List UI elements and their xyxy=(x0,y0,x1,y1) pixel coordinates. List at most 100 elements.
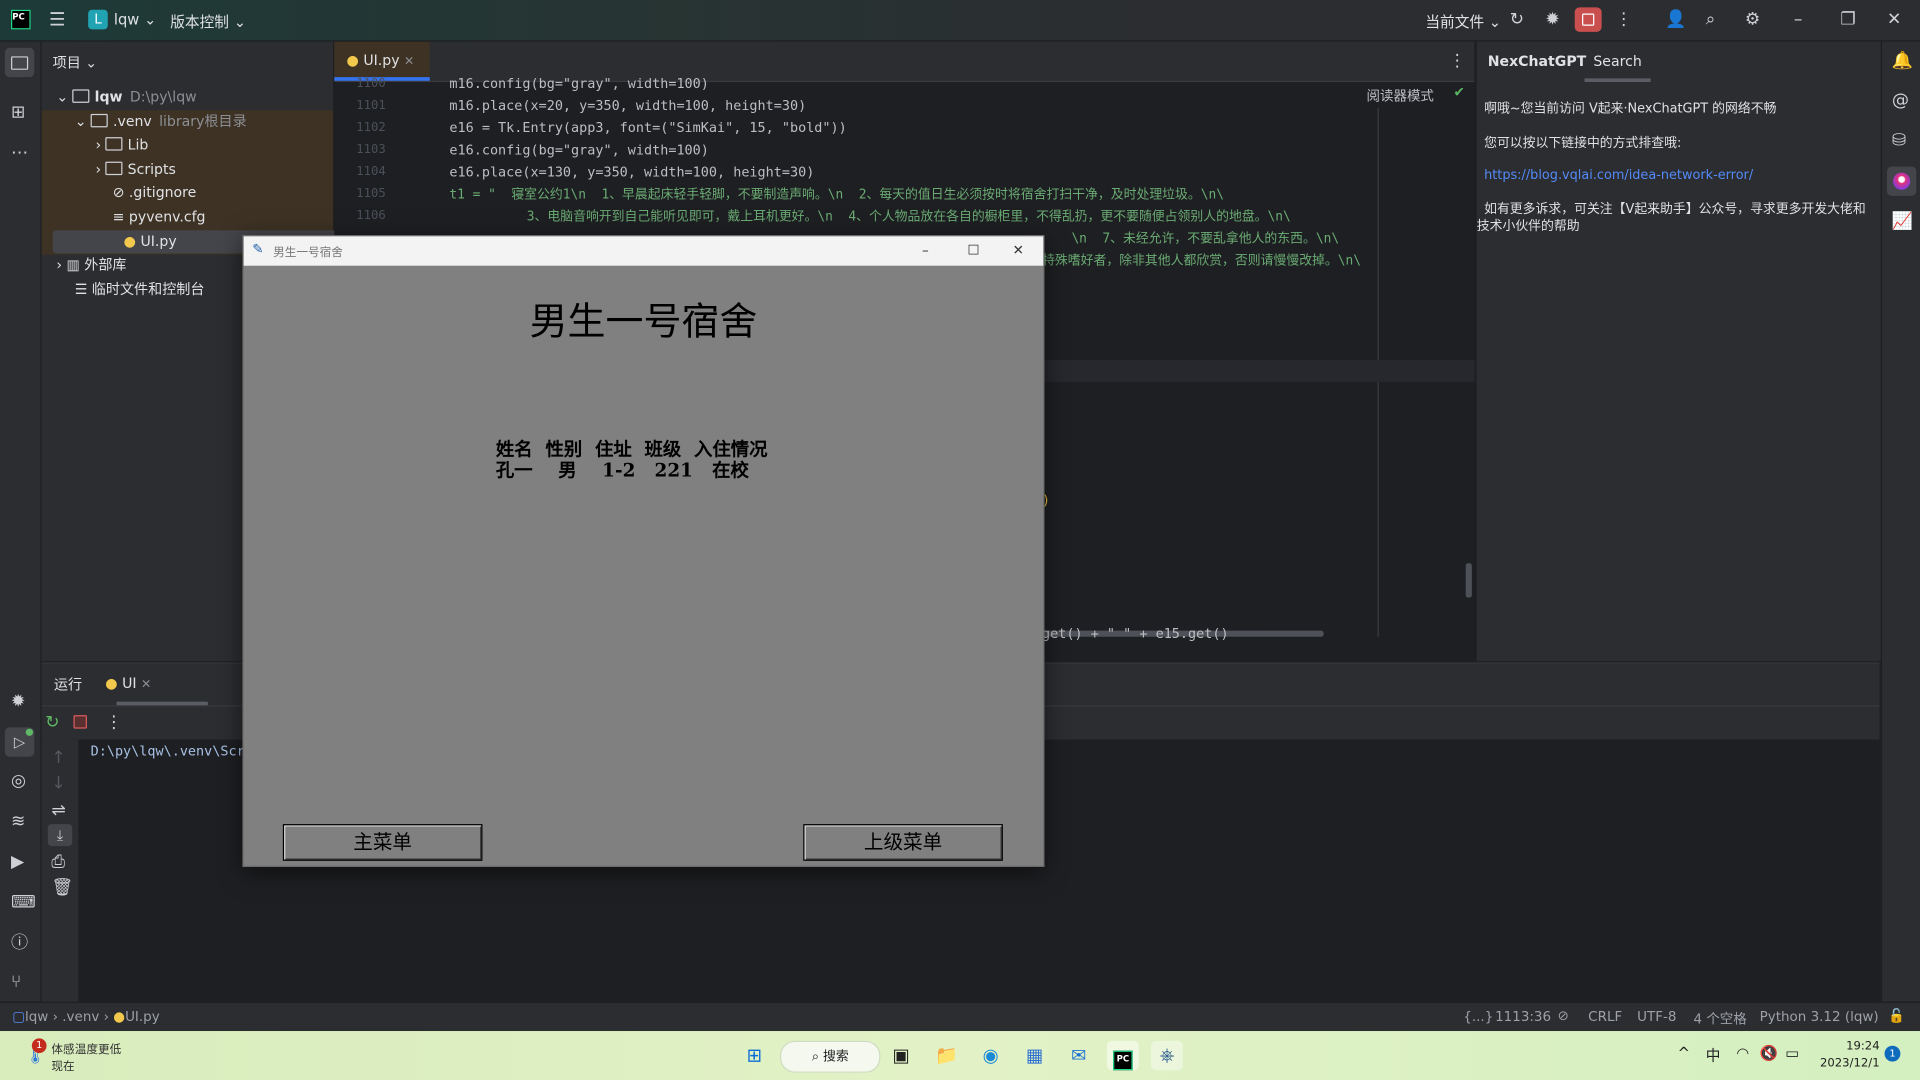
code-text: 3、电脑音响开到自己能听见即可，戴上耳机更好。\n 4、个人物品放在各自的橱柜里… xyxy=(449,209,1291,225)
vcs-menu[interactable]: 版本控制 ⌄ xyxy=(170,11,246,32)
more-icon[interactable]: ⋮ xyxy=(105,714,122,731)
no-vcs-icon[interactable]: ⊘ xyxy=(1558,1008,1569,1024)
nexchatgpt-tool-button[interactable] xyxy=(1886,166,1917,196)
project-tool-button[interactable] xyxy=(4,47,35,78)
add-user-icon[interactable]: 👤 xyxy=(1665,11,1686,28)
breadcrumb-item[interactable]: lqw xyxy=(25,1009,48,1025)
search-icon[interactable]: ⌕ xyxy=(1706,11,1716,28)
database-icon[interactable]: ⛁ xyxy=(1892,132,1906,149)
task-view-icon[interactable]: ▣ xyxy=(885,1041,917,1070)
code-fragment: get() + " " + e15.get() xyxy=(1042,625,1229,642)
tk-window-titlebar[interactable]: ✎ 男生一号宿舍 – ☐ ✕ xyxy=(243,236,1044,266)
store-icon[interactable]: ▦ xyxy=(1019,1041,1051,1070)
close-icon[interactable]: ✕ xyxy=(1013,242,1024,259)
more-icon[interactable]: ⋮ xyxy=(1615,11,1632,28)
debug-tool-icon[interactable]: ✹ xyxy=(11,693,25,710)
caret-position[interactable]: 1113:36 xyxy=(1495,1009,1551,1025)
clear-icon[interactable]: 🗑 xyxy=(51,879,73,896)
folder-icon xyxy=(11,56,29,70)
parent-menu-button[interactable]: 上级菜单 xyxy=(803,824,1003,861)
mail-icon[interactable]: ✉ xyxy=(1063,1041,1095,1070)
terminal-icon[interactable]: ⌨ xyxy=(11,894,36,911)
rerun-icon[interactable]: ↻ xyxy=(1510,11,1524,28)
taskbar-search[interactable]: ⌕ 搜索 xyxy=(780,1040,881,1073)
git-icon[interactable]: ⑂ xyxy=(11,973,21,990)
project-panel-title[interactable]: 项目 ⌄ xyxy=(53,53,97,73)
soft-wrap-icon[interactable]: ⇌ xyxy=(51,802,65,819)
left-tool-strip: ⊞ ⋯ ✹ ▷ ◎ ≋ ▶ ⌨ ⓘ ⑂ xyxy=(0,41,42,1002)
run-tab-ui[interactable]: ● UI ✕ xyxy=(105,675,151,692)
search-icon: ⌕ xyxy=(811,1049,823,1065)
notification-badge[interactable]: 1 xyxy=(1884,1045,1901,1062)
hamburger-menu-icon[interactable]: ☰ xyxy=(49,10,65,28)
stop-button[interactable] xyxy=(1574,7,1602,32)
pycharm-logo: PC xyxy=(11,9,31,30)
wifi-icon[interactable]: ◠ xyxy=(1736,1044,1749,1061)
structure-icon[interactable]: ⊞ xyxy=(11,104,25,121)
notifications-icon[interactable]: 🔔 xyxy=(1892,53,1913,70)
restore-icon[interactable]: ❐ xyxy=(1840,11,1855,28)
chevron-down-icon: ⌄ xyxy=(74,112,91,130)
python-interpreter[interactable]: Python 3.12 (lqw) xyxy=(1760,1009,1879,1025)
scroll-down-icon[interactable]: ↓ xyxy=(51,775,65,792)
python-console-icon[interactable]: ◎ xyxy=(11,773,26,790)
project-switcher[interactable]: lqw ⌄ xyxy=(114,11,156,28)
tree-label: .venv xyxy=(113,112,152,130)
start-button[interactable]: ⊞ xyxy=(738,1041,770,1070)
stop-icon[interactable] xyxy=(73,715,87,729)
rerun-icon[interactable]: ↻ xyxy=(45,714,59,731)
python-tk-taskbar-icon[interactable]: ⎈ xyxy=(1151,1040,1183,1071)
close-tab-icon[interactable]: ✕ xyxy=(141,678,151,691)
file-encoding[interactable]: UTF-8 xyxy=(1637,1009,1676,1025)
lock-icon[interactable]: 🔓 xyxy=(1888,1008,1905,1024)
scroll-up-icon[interactable]: ↑ xyxy=(51,749,65,766)
minimize-icon[interactable]: – xyxy=(922,242,929,259)
close-tab-icon[interactable]: ✕ xyxy=(404,55,414,68)
project-badge[interactable]: L xyxy=(88,9,108,30)
analytics-icon[interactable]: 📈 xyxy=(1892,213,1913,230)
tk-feather-icon: ✎ xyxy=(252,241,264,258)
volume-muted-icon[interactable]: 🔇 xyxy=(1760,1044,1778,1061)
maximize-icon[interactable]: ☐ xyxy=(967,242,979,259)
services-icon[interactable]: ▶ xyxy=(11,853,24,870)
scratches-icon: ☰ xyxy=(74,280,92,298)
indent-setting[interactable]: 4 个空格 xyxy=(1693,1009,1746,1029)
settings-icon[interactable]: ⚙ xyxy=(1745,11,1760,28)
line-number: 1102 xyxy=(356,121,386,135)
layers-icon[interactable]: ≋ xyxy=(11,813,25,830)
close-icon[interactable]: ✕ xyxy=(1887,11,1901,28)
minimize-icon[interactable]: – xyxy=(1794,11,1803,28)
breadcrumb-item[interactable]: UI.py xyxy=(125,1009,160,1025)
show-hidden-icons[interactable]: ^ xyxy=(1678,1044,1690,1061)
ai-assistant-icon[interactable]: @ xyxy=(1892,92,1909,109)
main-menu-button[interactable]: 主菜单 xyxy=(282,824,483,861)
python-file-icon: ● xyxy=(346,51,364,69)
tree-label: lqw xyxy=(94,88,123,106)
tab-nexchatgpt[interactable]: NexChatGPT xyxy=(1488,53,1587,70)
battery-icon[interactable]: ▭ xyxy=(1785,1044,1799,1061)
tree-item-lqw[interactable]: ⌄ lqw D:\py\lqw xyxy=(42,86,348,109)
line-separator[interactable]: CRLF xyxy=(1588,1009,1622,1025)
pycharm-taskbar-icon[interactable]: PC xyxy=(1106,1040,1139,1071)
file-explorer-icon[interactable]: 📁 xyxy=(931,1041,963,1070)
scroll-to-end-button[interactable]: ⤓ xyxy=(47,824,73,847)
tab-search[interactable]: Search xyxy=(1584,47,1651,83)
running-indicator xyxy=(25,728,34,736)
editor-more-icon[interactable]: ⋮ xyxy=(1449,53,1466,70)
run-tool-button[interactable]: ▷ xyxy=(4,727,35,757)
tree-item-venv[interactable]: ⌄ .venv library根目录 xyxy=(42,110,366,133)
clock[interactable]: 19:24 2023/12/1 xyxy=(1818,1040,1880,1071)
structure-widget[interactable]: {...} xyxy=(1463,1009,1493,1025)
edge-icon[interactable]: ◉ xyxy=(975,1041,1007,1070)
weather-widget[interactable]: 🌡 1 体感温度更低 现在 xyxy=(22,1038,144,1075)
help-link[interactable]: https://blog.vqlai.com/idea-network-erro… xyxy=(1484,168,1876,183)
code-line-partial: \n 7、未经允许，不要乱拿他人的东西。\n\ xyxy=(1071,231,1340,247)
breadcrumb-item[interactable]: .venv xyxy=(62,1009,99,1025)
more-tools-icon[interactable]: ⋯ xyxy=(11,144,28,161)
print-icon[interactable]: ⎙ xyxy=(51,853,65,870)
run-config-selector[interactable]: 当前文件 ⌄ xyxy=(1425,11,1501,32)
problems-icon[interactable]: ⓘ xyxy=(11,934,28,951)
editor-scrollbar[interactable] xyxy=(1465,563,1472,598)
debug-icon[interactable]: ✹ xyxy=(1545,11,1559,28)
ime-indicator[interactable]: 中 xyxy=(1706,1044,1721,1065)
